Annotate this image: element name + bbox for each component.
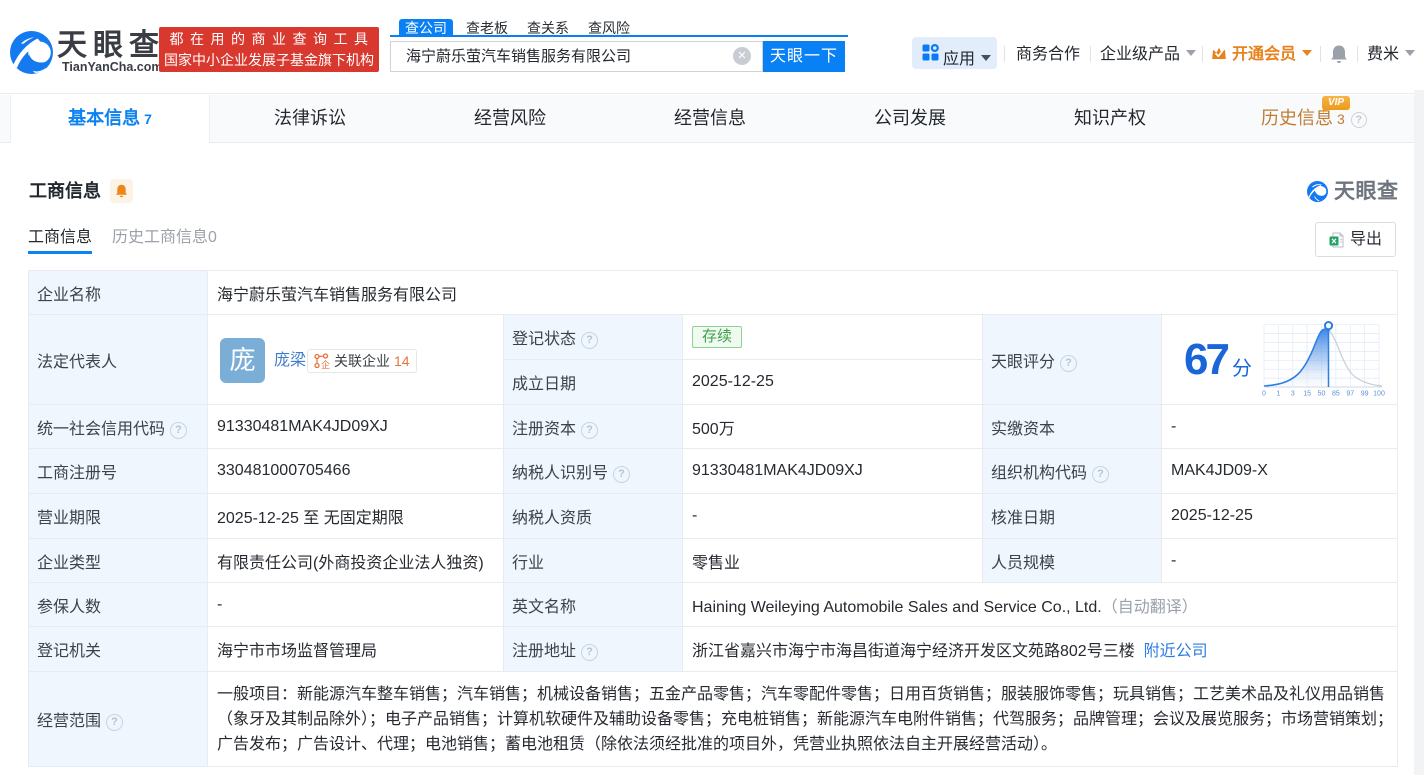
svg-text:15: 15 [1303, 391, 1311, 398]
svg-text:100: 100 [1373, 391, 1385, 398]
svg-text:50: 50 [1318, 391, 1326, 398]
svg-text:99: 99 [1361, 391, 1369, 398]
svg-text:0: 0 [1262, 391, 1266, 398]
svg-text:97: 97 [1346, 391, 1354, 398]
svg-text:企: 企 [321, 359, 330, 370]
svg-text:3: 3 [1291, 391, 1295, 398]
svg-text:1: 1 [1276, 391, 1280, 398]
svg-text:85: 85 [1332, 391, 1340, 398]
